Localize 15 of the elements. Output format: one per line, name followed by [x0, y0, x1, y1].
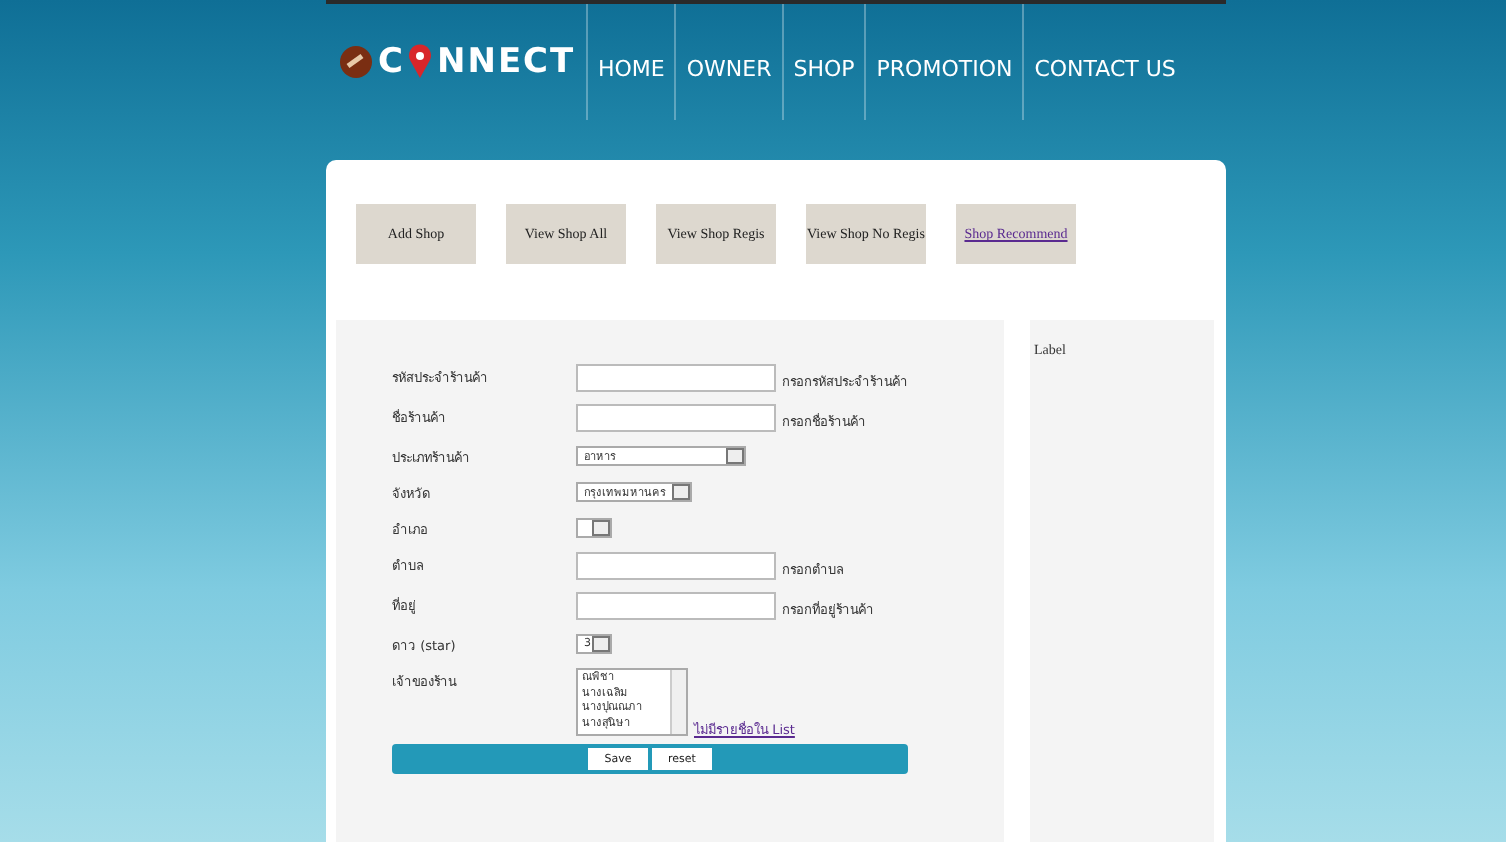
nav-link[interactable]: CONTACT US: [1022, 4, 1186, 120]
nav-link[interactable]: SHOP: [781, 4, 865, 120]
chain-badge-icon: [338, 44, 374, 80]
map-pin-icon: [408, 44, 433, 80]
nav-link[interactable]: PROMOTION: [864, 4, 1023, 120]
text-input[interactable]: [576, 364, 776, 392]
dropdown[interactable]: [576, 518, 612, 538]
text-input[interactable]: [576, 404, 776, 432]
nav-link[interactable]: OWNER: [674, 4, 782, 120]
nav-link[interactable]: HOME: [586, 4, 675, 120]
logo-text: C: [378, 42, 405, 82]
text-input[interactable]: [576, 552, 776, 580]
logo-text: NNECT: [436, 42, 576, 82]
text-input[interactable]: [576, 592, 776, 620]
scrollbar[interactable]: [670, 670, 686, 734]
